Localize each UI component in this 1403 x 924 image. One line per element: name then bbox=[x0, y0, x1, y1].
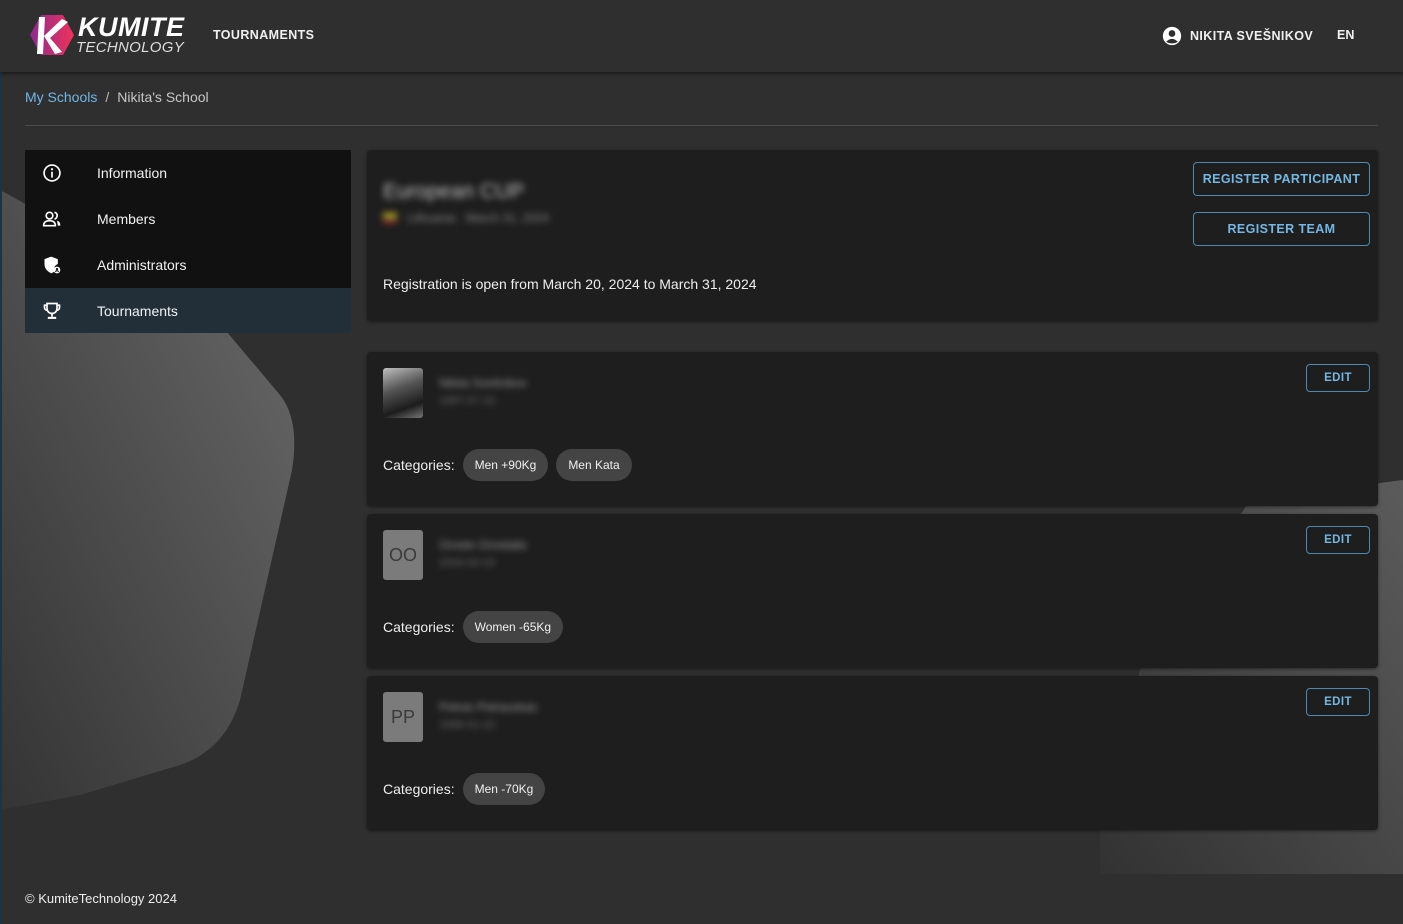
account-circle-icon bbox=[1162, 26, 1182, 46]
category-chip[interactable]: Women -65Kg bbox=[462, 611, 564, 643]
categories-row: Categories: Women -65Kg bbox=[383, 611, 571, 643]
window-edge bbox=[0, 0, 2, 924]
info-icon bbox=[42, 163, 62, 183]
categories-label: Categories: bbox=[383, 619, 455, 635]
categories-row: Categories: Men +90Kg Men Kata bbox=[383, 449, 640, 481]
participant-name: Ornele Ornelaite bbox=[439, 538, 528, 552]
participant-avatar-initials: OO bbox=[383, 530, 423, 580]
footer-copyright: © KumiteTechnology 2024 bbox=[25, 891, 177, 906]
top-app-bar: KUMITE TECHNOLOGY TOURNAMENTS NIKITA SVE… bbox=[0, 0, 1403, 72]
categories-label: Categories: bbox=[383, 781, 455, 797]
logo-k-hexagon-icon bbox=[30, 15, 74, 55]
tournament-meta: Lithuania March 31, 2024 bbox=[383, 211, 549, 225]
participant-card: Nikita Svešnikov 1987-07-16 Categories: … bbox=[367, 352, 1378, 506]
category-chip[interactable]: Men +90Kg bbox=[462, 449, 549, 481]
logo-word-technology: TECHNOLOGY bbox=[76, 39, 185, 56]
sidebar-item-label: Tournaments bbox=[97, 302, 178, 319]
tournament-title: European CUP bbox=[383, 180, 525, 203]
edit-participant-button[interactable]: EDIT bbox=[1306, 688, 1370, 716]
register-team-button[interactable]: REGISTER TEAM bbox=[1193, 212, 1370, 246]
sidebar-item-information[interactable]: Information bbox=[25, 150, 351, 196]
members-icon bbox=[42, 209, 62, 229]
admin-shield-icon bbox=[42, 255, 62, 275]
participant-dob: 2004-04-19 bbox=[439, 557, 496, 569]
country-flag-icon bbox=[383, 213, 397, 223]
participant-dob: 1996-01-22 bbox=[439, 719, 496, 731]
participant-avatar-photo bbox=[383, 368, 423, 418]
user-menu[interactable]: NIKITA SVEŠNIKOV bbox=[1162, 26, 1313, 46]
divider bbox=[25, 125, 1378, 126]
tournament-country: Lithuania bbox=[407, 211, 456, 225]
participant-dob: 1987-07-16 bbox=[439, 395, 496, 407]
category-chip[interactable]: Men Kata bbox=[556, 449, 632, 481]
registration-period-text: Registration is open from March 20, 2024… bbox=[383, 276, 757, 292]
sidebar-item-label: Information bbox=[97, 165, 168, 181]
category-chip[interactable]: Men -70Kg bbox=[462, 773, 546, 805]
nav-tournaments-link[interactable]: TOURNAMENTS bbox=[213, 28, 314, 42]
breadcrumb: My Schools / Nikita's School bbox=[25, 89, 209, 105]
trophy-icon bbox=[42, 301, 62, 321]
tournament-date: March 31, 2024 bbox=[465, 211, 550, 225]
participant-avatar-initials: PP bbox=[383, 692, 423, 742]
sidebar-item-administrators[interactable]: Administrators bbox=[25, 242, 351, 288]
user-name: NIKITA SVEŠNIKOV bbox=[1190, 29, 1314, 43]
sidebar-item-tournaments[interactable]: Tournaments bbox=[25, 288, 351, 333]
breadcrumb-separator: / bbox=[105, 89, 110, 105]
edit-participant-button[interactable]: EDIT bbox=[1306, 364, 1370, 392]
kumite-logo[interactable]: KUMITE TECHNOLOGY bbox=[30, 12, 184, 58]
breadcrumb-current: Nikita's School bbox=[117, 89, 209, 105]
register-participant-button[interactable]: REGISTER PARTICIPANT bbox=[1193, 162, 1370, 196]
participant-card: OO Ornele Ornelaite 2004-04-19 Categorie… bbox=[367, 514, 1378, 668]
sidebar-item-label: Members bbox=[97, 211, 156, 227]
school-sidebar: Information Members Administrators Tourn… bbox=[25, 150, 351, 333]
tournament-card: European CUP Lithuania March 31, 2024 Re… bbox=[367, 150, 1378, 321]
edit-participant-button[interactable]: EDIT bbox=[1306, 526, 1370, 554]
categories-row: Categories: Men -70Kg bbox=[383, 773, 553, 805]
language-selector[interactable]: EN bbox=[1337, 28, 1354, 42]
sidebar-item-members[interactable]: Members bbox=[25, 196, 351, 242]
participant-name: Petras Petrauskas bbox=[439, 700, 538, 714]
participant-card: PP Petras Petrauskas 1996-01-22 Categori… bbox=[367, 676, 1378, 830]
participant-name: Nikita Svešnikov bbox=[439, 376, 528, 390]
sidebar-item-label: Administrators bbox=[97, 257, 187, 273]
breadcrumb-my-schools[interactable]: My Schools bbox=[25, 89, 97, 105]
categories-label: Categories: bbox=[383, 457, 455, 473]
